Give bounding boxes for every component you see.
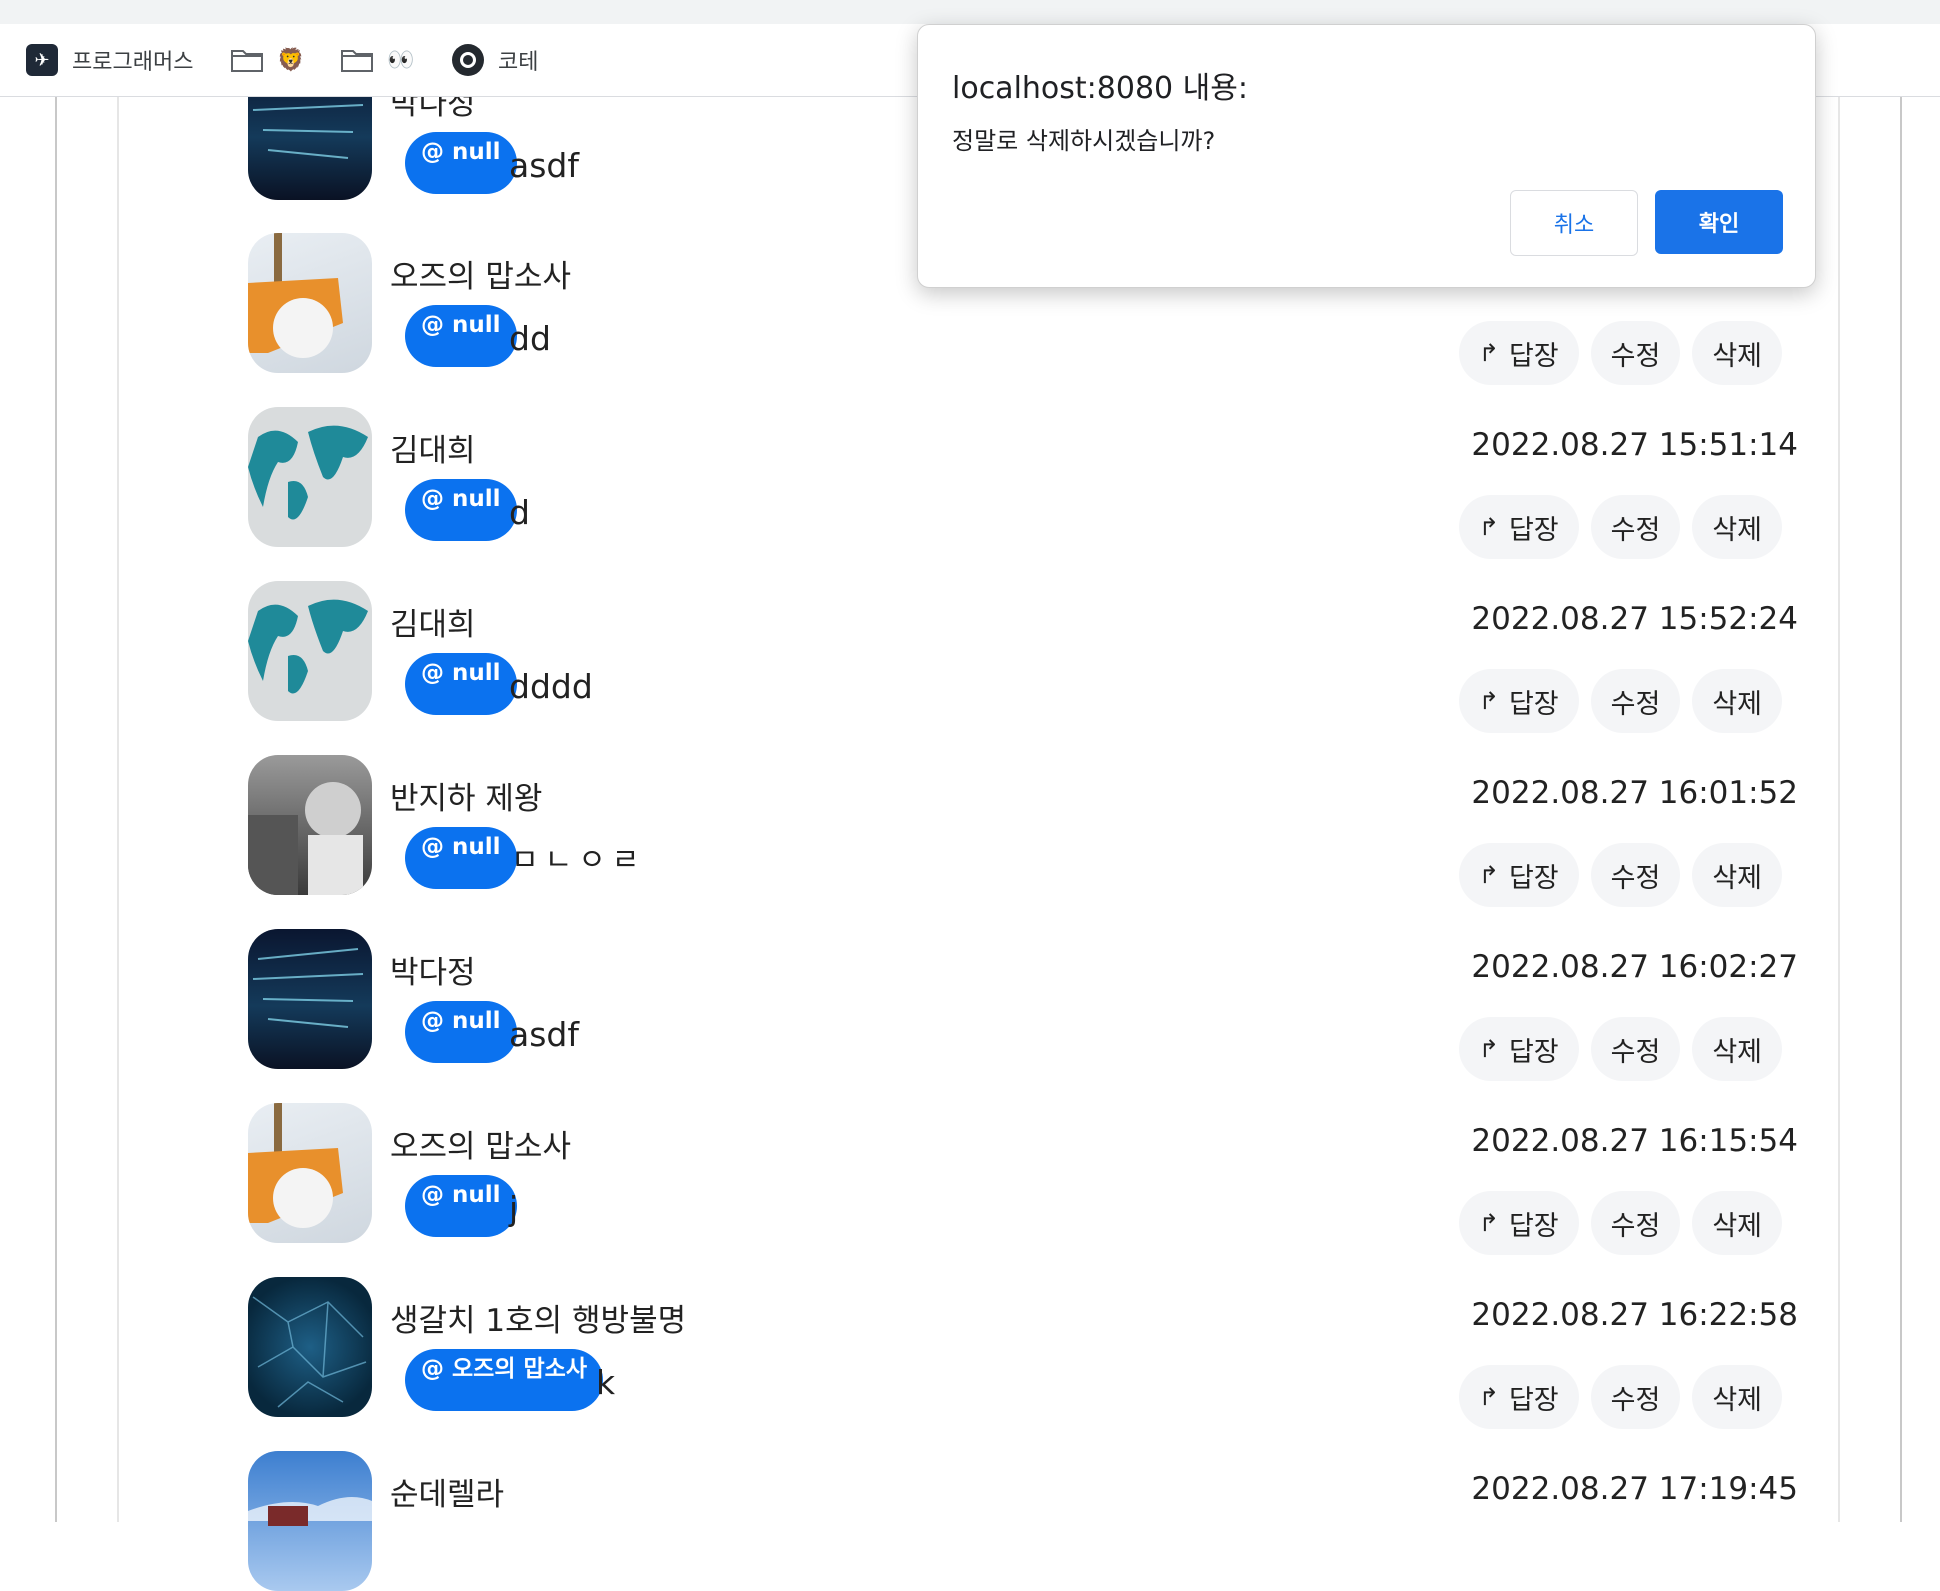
bookmark-folder-lion[interactable]: 🦁: [231, 24, 304, 96]
github-icon: [452, 44, 484, 76]
edit-button[interactable]: 수정: [1590, 843, 1681, 907]
bookmark-folder-eyes[interactable]: 👀: [341, 24, 414, 96]
comment-date: 2022.08.27 16:15:54: [1471, 1123, 1798, 1159]
mention-badge[interactable]: @ 오즈의 맙소사: [405, 1349, 603, 1411]
dialog-message: 정말로 삭제하시겠습니까?: [952, 127, 1216, 155]
avatar: [248, 1451, 372, 1591]
reply-label: 답장: [1508, 1210, 1559, 1242]
reply-label: 답장: [1508, 688, 1559, 720]
reply-button[interactable]: ↱ 답장: [1458, 669, 1579, 733]
reply-button[interactable]: ↱ 답장: [1458, 843, 1579, 907]
reply-button[interactable]: ↱ 답장: [1458, 1365, 1579, 1429]
comment-item: 김대희 @ null d 2022.08.27 15:51:14 ↱ 답장 수정 …: [248, 407, 1798, 559]
mention-badge[interactable]: @ null: [405, 653, 517, 715]
comment-nickname[interactable]: 순데렐라: [390, 1469, 504, 1514]
reply-arrow-icon: ↱: [1478, 339, 1499, 367]
reply-label: 답장: [1508, 1384, 1559, 1416]
reply-arrow-icon: ↱: [1478, 861, 1499, 889]
delete-button[interactable]: 삭제: [1692, 1365, 1782, 1429]
comment-nickname[interactable]: 김대희: [390, 425, 476, 470]
bookmark-github-kote[interactable]: 코테: [452, 24, 538, 96]
bookmark-programmers[interactable]: ✈ 프로그래머스: [26, 24, 193, 96]
comment-item: 반지하 제왕 @ null ㅁㄴㅇㄹ 2022.08.27 16:01:52 ↱…: [248, 755, 1798, 907]
comment-text: k: [596, 1363, 616, 1402]
cancel-button[interactable]: 취소: [1510, 190, 1638, 256]
confirm-dialog: localhost:8080 내용: 정말로 삭제하시겠습니까? 취소 확인: [917, 24, 1816, 288]
bookmark-label: 🦁: [277, 47, 305, 73]
avatar: [248, 407, 372, 547]
comment-item: 박다정 @ null asdf 2022.08.27 16:02:27 ↱ 답장 …: [248, 929, 1798, 1081]
avatar: [248, 233, 372, 373]
comment-text: dddd: [509, 667, 593, 706]
delete-button[interactable]: 삭제: [1692, 669, 1782, 733]
mention-badge[interactable]: @ null: [405, 132, 517, 194]
edit-button[interactable]: 수정: [1590, 1017, 1681, 1081]
programmers-logo-icon: ✈: [26, 44, 58, 76]
reply-label: 답장: [1508, 1036, 1559, 1068]
comment-item: 김대희 @ null dddd 2022.08.27 15:52:24 ↱ 답장 …: [248, 581, 1798, 733]
comment-date: 2022.08.27 16:02:27: [1471, 949, 1798, 985]
mention-badge[interactable]: @ null: [405, 479, 517, 541]
comment-text: d: [509, 493, 530, 532]
comment-nickname[interactable]: 반지하 제왕: [390, 773, 542, 818]
edit-button[interactable]: 수정: [1590, 1191, 1681, 1255]
comment-date: 2022.08.27 16:01:52: [1471, 775, 1798, 811]
comment-text: asdf: [509, 1015, 579, 1054]
delete-button[interactable]: 삭제: [1692, 1017, 1782, 1081]
folder-icon: [231, 48, 263, 72]
reply-arrow-icon: ↱: [1478, 687, 1499, 715]
reply-arrow-icon: ↱: [1478, 1209, 1499, 1237]
comment-nickname[interactable]: 오즈의 맙소사: [390, 1121, 571, 1166]
reply-button[interactable]: ↱ 답장: [1458, 1191, 1579, 1255]
avatar: [248, 1103, 372, 1243]
comment-text: ㅁㄴㅇㄹ: [511, 843, 646, 878]
comment-nickname[interactable]: 생갈치 1호의 행방불명: [390, 1295, 686, 1340]
edit-button[interactable]: 수정: [1590, 321, 1681, 385]
avatar: [248, 755, 372, 895]
bookmark-label: 👀: [387, 47, 415, 73]
edit-button[interactable]: 수정: [1590, 495, 1681, 559]
avatar: [248, 581, 372, 721]
delete-button[interactable]: 삭제: [1692, 1191, 1782, 1255]
bookmark-label: 프로그래머스: [72, 50, 194, 75]
avatar: [248, 1277, 372, 1417]
avatar: [248, 929, 372, 1069]
confirm-button[interactable]: 확인: [1655, 190, 1783, 254]
comment-item: 오즈의 맙소사 @ null j 2022.08.27 16:15:54 ↱ 답장…: [248, 1103, 1798, 1255]
comment-date: 2022.08.27 15:51:14: [1471, 427, 1798, 463]
dialog-title: localhost:8080 내용:: [952, 71, 1248, 106]
comment-nickname[interactable]: 김대희: [390, 599, 476, 644]
reply-arrow-icon: ↱: [1478, 1035, 1499, 1063]
comment-item: 순데렐라 2022.08.27 17:19:45: [248, 1451, 1798, 1591]
comment-date: 2022.08.27 17:19:45: [1471, 1471, 1798, 1507]
comment-text: j: [509, 1189, 519, 1228]
mention-badge[interactable]: @ null: [405, 827, 517, 889]
reply-button[interactable]: ↱ 답장: [1458, 495, 1579, 559]
edit-button[interactable]: 수정: [1590, 1365, 1681, 1429]
delete-button[interactable]: 삭제: [1692, 495, 1782, 559]
comment-date: 2022.08.27 15:52:24: [1471, 601, 1798, 637]
comment-item: 생갈치 1호의 행방불명 @ 오즈의 맙소사 k 2022.08.27 16:2…: [248, 1277, 1798, 1429]
mention-badge[interactable]: @ null: [405, 1175, 517, 1237]
mention-badge[interactable]: @ null: [405, 305, 517, 367]
folder-icon: [341, 48, 373, 72]
reply-arrow-icon: ↱: [1478, 1383, 1499, 1411]
edit-button[interactable]: 수정: [1590, 669, 1681, 733]
reply-button[interactable]: ↱ 답장: [1458, 321, 1579, 385]
reply-label: 답장: [1508, 340, 1559, 372]
delete-button[interactable]: 삭제: [1692, 321, 1782, 385]
delete-button[interactable]: 삭제: [1692, 843, 1782, 907]
comment-date: 2022.08.27 16:22:58: [1471, 1297, 1798, 1333]
reply-arrow-icon: ↱: [1478, 513, 1499, 541]
comment-text: asdf: [509, 146, 579, 185]
bookmark-label: 코테: [498, 50, 539, 75]
comment-nickname[interactable]: 박다정: [390, 947, 476, 992]
reply-label: 답장: [1508, 862, 1559, 894]
mention-badge[interactable]: @ null: [405, 1001, 517, 1063]
reply-label: 답장: [1508, 514, 1559, 546]
comment-text: dd: [509, 319, 551, 358]
comment-nickname[interactable]: 오즈의 맙소사: [390, 251, 571, 296]
reply-button[interactable]: ↱ 답장: [1458, 1017, 1579, 1081]
